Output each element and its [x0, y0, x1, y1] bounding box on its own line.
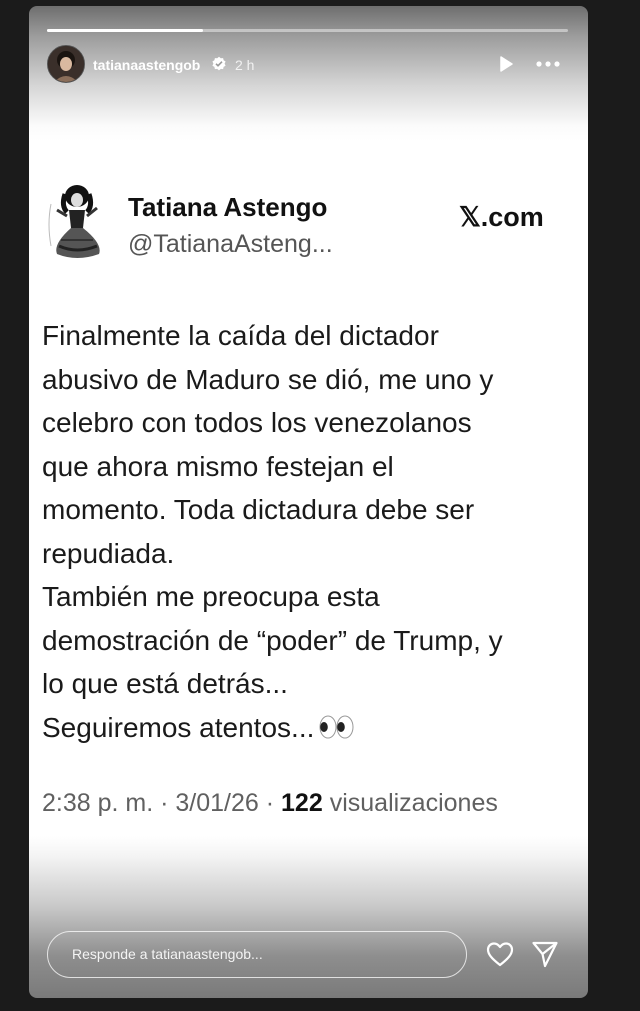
reply-input[interactable]: Responde a tatianaastengob...: [47, 931, 467, 978]
tweet-line: Finalmente la caída del dictador: [42, 320, 439, 351]
tweet-line-last: Seguiremos atentos...: [42, 706, 582, 750]
heart-icon[interactable]: [486, 941, 514, 967]
story-header: tatianaastengob 2 h: [47, 44, 568, 84]
tweet-views-count: 122: [281, 789, 323, 817]
tweet-author-avatar: [48, 185, 100, 258]
tweet-date: 3/01/26: [175, 789, 259, 817]
tweet-line: momento. Toda dictadura debe ser: [42, 494, 475, 525]
tweet-line: celebro con todos los venezolanos: [42, 407, 472, 438]
story-username[interactable]: tatianaastengob: [93, 57, 200, 73]
tweet-author-handle: @TatianaAsteng...: [128, 230, 333, 258]
tweet-line: También me preocupa esta: [42, 581, 380, 612]
tweet-line-text: Seguiremos atentos...: [42, 711, 315, 743]
tweet-time: 2:38 p. m.: [42, 789, 154, 817]
avatar[interactable]: [47, 45, 85, 83]
tweet-meta: 2:38 p. m. · 3/01/26 · 122 visualizacion…: [42, 789, 498, 817]
story-progress-bar: [47, 29, 568, 32]
story-timestamp: 2 h: [235, 57, 255, 73]
tweet-text: Finalmente la caída del dictador abusivo…: [42, 314, 582, 749]
send-icon[interactable]: [531, 940, 559, 968]
tweet-line: lo que está detrás...: [42, 668, 288, 699]
story-progress-fill: [47, 29, 204, 32]
tweet-line: repudiada.: [42, 537, 175, 569]
x-logo: 𝕏.com: [459, 202, 544, 232]
verified-badge-icon: [212, 56, 226, 71]
tweet-line: demostración de “poder” de Trump, y: [42, 624, 503, 656]
more-icon[interactable]: [535, 55, 561, 73]
tweet-author-name: Tatiana Astengo: [128, 192, 328, 222]
eyes-emoji-icon: [319, 715, 354, 738]
tweet-views-label: visualizaciones: [329, 789, 498, 817]
story-viewer[interactable]: tatianaastengob 2 h Tatiana Astengo @Tat…: [29, 6, 588, 998]
play-icon[interactable]: [497, 55, 515, 73]
tweet-line: abusivo de Maduro se dió, me uno y: [42, 363, 494, 395]
tweet-line: que ahora mismo festejan el: [42, 450, 394, 482]
